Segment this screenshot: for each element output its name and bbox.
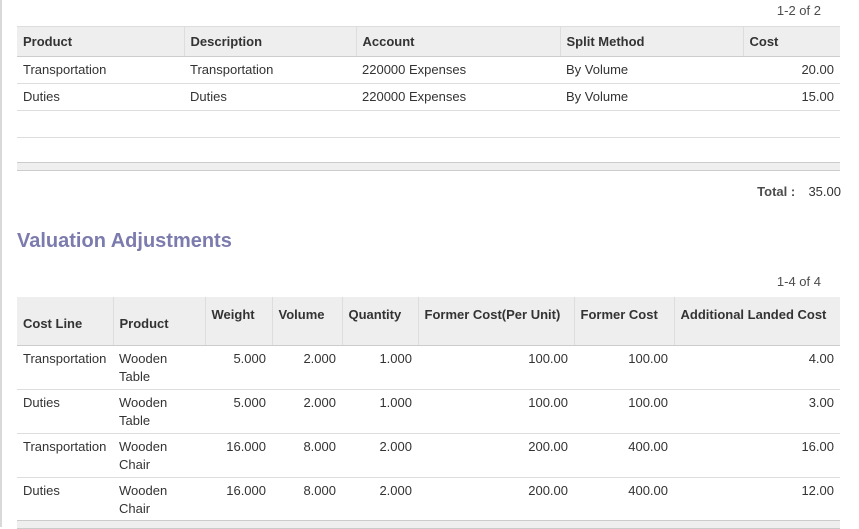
valuation-header-row: Cost Line Product Weight Volume Quantity…	[17, 297, 840, 346]
table-row[interactable]: Transportation Wooden Chair 16.000 8.000…	[17, 432, 840, 477]
cost-lines-table: Product Description Account Split Method…	[17, 26, 840, 138]
column-header-cost[interactable]: Cost	[742, 26, 840, 57]
valuation-footer-separator	[17, 520, 840, 529]
table-row[interactable]: Transportation Transportation 220000 Exp…	[17, 56, 840, 84]
column-header-additional-landed-cost[interactable]: Additional Landed Cost	[673, 297, 840, 346]
cell-product: Wooden Table	[113, 344, 205, 389]
cell-weight: 5.000	[205, 344, 272, 389]
cell-former-cost: 400.00	[574, 432, 674, 477]
total-label: Total :	[757, 184, 796, 199]
cell-weight: 16.000	[205, 476, 272, 521]
column-header-description[interactable]: Description	[183, 26, 356, 57]
section-title: Valuation Adjustments	[17, 230, 232, 252]
cell-quantity: 1.000	[342, 344, 418, 389]
table-row[interactable]: Transportation Wooden Table 5.000 2.000 …	[17, 344, 840, 389]
cell-quantity: 2.000	[342, 476, 418, 521]
cell-split-method: By Volume	[560, 56, 743, 84]
cell-product: Duties	[17, 83, 184, 111]
table-row[interactable]: Duties Wooden Chair 16.000 8.000 2.000 2…	[17, 476, 840, 521]
cell-volume: 2.000	[272, 344, 342, 389]
table-row[interactable]: Duties Wooden Table 5.000 2.000 1.000 10…	[17, 388, 840, 433]
cell-cost-line: Duties	[17, 476, 113, 521]
total-value: 35.00	[808, 184, 841, 199]
column-header-weight[interactable]: Weight	[204, 297, 272, 346]
cell-cost: 20.00	[743, 56, 840, 84]
cell-former-cost: 100.00	[574, 388, 674, 433]
cell-quantity: 1.000	[342, 388, 418, 433]
cell-product: Wooden Table	[113, 388, 205, 433]
cell-additional-landed-cost: 12.00	[674, 476, 840, 521]
column-header-quantity[interactable]: Quantity	[341, 297, 418, 346]
cell-additional-landed-cost: 16.00	[674, 432, 840, 477]
cost-lines-pager[interactable]: 1-2 of 2	[777, 3, 821, 18]
cell-cost-line: Duties	[17, 388, 113, 433]
total-row: Total : 35.00	[757, 184, 841, 199]
cost-lines-header-row: Product Description Account Split Method…	[17, 26, 840, 57]
cell-former-cost: 100.00	[574, 344, 674, 389]
cell-former-cost-per-unit: 200.00	[418, 432, 574, 477]
column-header-cost-line[interactable]: Cost Line	[17, 297, 113, 346]
cell-split-method: By Volume	[560, 83, 743, 111]
cell-product: Transportation	[17, 56, 184, 84]
cell-account: 220000 Expenses	[356, 56, 560, 84]
column-header-product[interactable]: Product	[17, 26, 184, 57]
left-border	[0, 0, 2, 527]
empty-row	[17, 110, 840, 138]
cell-product: Wooden Chair	[113, 432, 205, 477]
column-header-split-method[interactable]: Split Method	[559, 26, 743, 57]
column-header-product[interactable]: Product	[112, 297, 205, 346]
cell-weight: 16.000	[205, 432, 272, 477]
cell-additional-landed-cost: 4.00	[674, 344, 840, 389]
column-header-former-cost-per-unit[interactable]: Former Cost(Per Unit)	[417, 297, 574, 346]
cell-product: Wooden Chair	[113, 476, 205, 521]
cell-former-cost-per-unit: 200.00	[418, 476, 574, 521]
cell-weight: 5.000	[205, 388, 272, 433]
cell-former-cost-per-unit: 100.00	[418, 344, 574, 389]
column-header-volume[interactable]: Volume	[271, 297, 342, 346]
table-footer-separator	[17, 162, 840, 171]
cell-volume: 8.000	[272, 432, 342, 477]
cell-cost-line: Transportation	[17, 344, 113, 389]
valuation-table: Cost Line Product Weight Volume Quantity…	[17, 297, 840, 521]
cell-description: Duties	[184, 83, 356, 111]
cell-cost: 15.00	[743, 83, 840, 111]
cell-former-cost: 400.00	[574, 476, 674, 521]
cell-cost-line: Transportation	[17, 432, 113, 477]
column-header-account[interactable]: Account	[355, 26, 560, 57]
table-row[interactable]: Duties Duties 220000 Expenses By Volume …	[17, 83, 840, 111]
cell-additional-landed-cost: 3.00	[674, 388, 840, 433]
cell-account: 220000 Expenses	[356, 83, 560, 111]
column-header-former-cost[interactable]: Former Cost	[573, 297, 674, 346]
cell-volume: 2.000	[272, 388, 342, 433]
cell-volume: 8.000	[272, 476, 342, 521]
cell-former-cost-per-unit: 100.00	[418, 388, 574, 433]
cell-description: Transportation	[184, 56, 356, 84]
cell-quantity: 2.000	[342, 432, 418, 477]
valuation-pager[interactable]: 1-4 of 4	[777, 274, 821, 289]
